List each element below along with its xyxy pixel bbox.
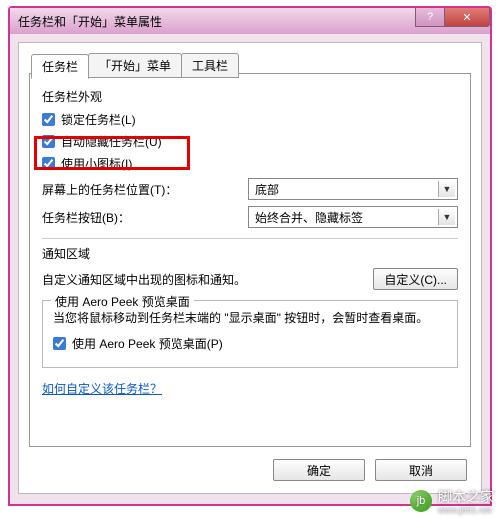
watermark: jb 脚本之家 www.jb51.net [410,487,494,515]
help-link[interactable]: 如何自定义该任务栏？ [42,380,162,397]
lock-taskbar-text: 锁定任务栏(L) [61,111,136,128]
titlebar[interactable]: 任务栏和「开始」菜单属性 ? ✕ [10,8,490,34]
window-title: 任务栏和「开始」菜单属性 [18,13,162,30]
window-buttons: ? ✕ [416,8,490,34]
position-label: 屏幕上的任务栏位置(T)： [42,181,177,198]
chevron-down-icon: ▼ [438,181,455,197]
cancel-button[interactable]: 取消 [375,459,467,481]
lock-taskbar-checkbox[interactable] [42,113,55,126]
buttons-select[interactable]: 始终合并、隐藏标签 ▼ [248,206,458,228]
autohide-taskbar-text: 自动隐藏任务栏(U) [61,133,162,150]
smallicons-text: 使用小图标(I) [61,155,132,172]
tab-toolbars[interactable]: 工具栏 [181,53,239,78]
tab-page-taskbar: 任务栏外观 锁定任务栏(L) 自动隐藏任务栏(U) 使用小图标(I) [29,73,471,447]
dialog-window: 任务栏和「开始」菜单属性 ? ✕ 任务栏 「开始」菜单 工具栏 任务栏外观 锁定… [8,6,492,506]
aero-desc: 当您将鼠标移动到任务栏末端的 "显示桌面" 按钮时，会暂时查看桌面。 [53,309,447,327]
tab-startmenu[interactable]: 「开始」菜单 [88,53,182,78]
tab-strip: 任务栏 「开始」菜单 工具栏 [31,53,238,78]
close-button[interactable]: ✕ [444,8,490,27]
notify-header: 通知区域 [42,245,458,262]
autohide-taskbar-label[interactable]: 自动隐藏任务栏(U) [42,133,162,150]
autohide-taskbar-checkbox[interactable] [42,135,55,148]
position-select[interactable]: 底部 ▼ [248,178,458,200]
watermark-logo-icon: jb [410,490,432,512]
watermark-site: 脚本之家 [438,487,494,507]
smallicons-label[interactable]: 使用小图标(I) [42,155,132,172]
aero-peek-group: 使用 Aero Peek 预览桌面 当您将鼠标移动到任务栏末端的 "显示桌面" … [42,300,458,368]
aero-legend: 使用 Aero Peek 预览桌面 [51,293,194,310]
dialog-button-bar: 确定 取消 [273,459,467,481]
tab-taskbar[interactable]: 任务栏 [31,54,89,79]
chevron-down-icon: ▼ [438,209,455,225]
watermark-url: www.jb51.net [438,505,494,515]
buttons-label: 任务栏按钮(B)： [42,209,130,226]
buttons-value: 始终合并、隐藏标签 [255,209,363,226]
customize-button[interactable]: 自定义(C)... [373,268,458,290]
help-button[interactable]: ? [415,8,445,27]
appearance-header: 任务栏外观 [42,88,458,105]
notify-desc: 自定义通知区域中出现的图标和通知。 [42,271,246,288]
aero-checkbox-text: 使用 Aero Peek 预览桌面(P) [72,335,223,352]
smallicons-checkbox[interactable] [42,157,55,170]
lock-taskbar-label[interactable]: 锁定任务栏(L) [42,111,136,128]
ok-button[interactable]: 确定 [273,459,365,481]
divider [42,238,458,239]
client-area: 任务栏 「开始」菜单 工具栏 任务栏外观 锁定任务栏(L) 自动隐藏任务栏(U) [18,42,482,494]
aero-checkbox-label[interactable]: 使用 Aero Peek 预览桌面(P) [53,335,223,352]
position-value: 底部 [255,181,279,198]
aero-checkbox[interactable] [53,337,66,350]
